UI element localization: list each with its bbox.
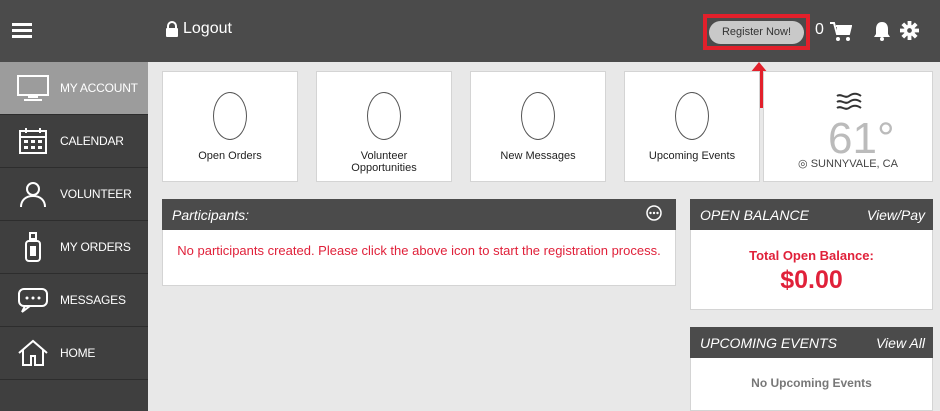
register-now-button[interactable]: Register Now!	[709, 21, 804, 44]
view-pay-link[interactable]: View/Pay	[867, 207, 925, 223]
stat-label: Upcoming Events	[648, 150, 736, 162]
location-label: SUNNYVALE, CA	[810, 158, 898, 170]
sidebar-item-label: VOLUNTEER	[60, 187, 132, 201]
sidebar-item-label: MY ACCOUNT	[60, 81, 138, 95]
stat-card-new-messages[interactable]: New Messages	[470, 71, 606, 182]
stat-card-open-orders[interactable]: Open Orders	[162, 71, 298, 182]
view-all-link[interactable]: View All	[876, 335, 925, 351]
sidebar-item-label: MY ORDERS	[60, 240, 131, 254]
stat-card-upcoming-events[interactable]: Upcoming Events	[624, 71, 760, 182]
stat-value-ring	[675, 92, 709, 140]
bottle-icon	[16, 232, 50, 262]
gear-icon[interactable]	[900, 21, 919, 40]
participants-panel: Participants: No participants created. P…	[162, 199, 676, 286]
upcoming-events-panel: UPCOMING EVENTS View All No Upcoming Eve…	[690, 327, 933, 411]
more-options-icon[interactable]	[646, 205, 662, 221]
hamburger-menu-icon[interactable]	[12, 23, 32, 39]
stat-label: Open Orders	[198, 150, 262, 162]
upcoming-events-title: UPCOMING EVENTS	[700, 335, 837, 351]
lock-icon	[166, 21, 178, 37]
stat-label: Volunteer Opportunities	[351, 150, 417, 174]
sidebar: MY ACCOUNT CALENDAR VOLUNTEER MY ORDERS …	[0, 62, 148, 411]
sidebar-item-home[interactable]: HOME	[0, 327, 148, 380]
bell-icon[interactable]	[873, 21, 891, 41]
monitor-icon	[16, 73, 50, 103]
open-balance-panel: OPEN BALANCE View/Pay Total Open Balance…	[690, 199, 933, 310]
shopping-cart-icon[interactable]	[830, 22, 852, 42]
stat-card-volunteer-opportunities[interactable]: Volunteer Opportunities	[316, 71, 452, 182]
sidebar-item-messages[interactable]: MESSAGES	[0, 274, 148, 327]
person-icon	[16, 179, 50, 209]
sidebar-item-label: CALENDAR	[60, 134, 124, 148]
location-pin-icon: ◎	[798, 158, 808, 170]
chat-icon	[16, 285, 50, 315]
participants-title: Participants:	[172, 207, 250, 223]
open-balance-header: OPEN BALANCE View/Pay	[690, 199, 933, 230]
calendar-icon	[16, 126, 50, 156]
sidebar-item-volunteer[interactable]: VOLUNTEER	[0, 168, 148, 221]
open-balance-title: OPEN BALANCE	[700, 207, 809, 223]
weather-widget: 61° ◎ SUNNYVALE, CA	[763, 71, 933, 182]
sidebar-item-my-orders[interactable]: MY ORDERS	[0, 221, 148, 274]
total-open-balance-label: Total Open Balance:	[749, 248, 874, 263]
top-bar: Logout Register Now! 0	[0, 0, 940, 62]
participants-header: Participants:	[162, 199, 676, 230]
no-participants-message: No participants created. Please click th…	[177, 243, 661, 258]
stat-value-ring	[367, 92, 401, 140]
home-icon	[16, 338, 50, 368]
sidebar-item-label: MESSAGES	[60, 293, 126, 307]
wind-icon	[836, 92, 862, 110]
no-upcoming-events-message: No Upcoming Events	[751, 376, 872, 390]
stat-label: New Messages	[500, 150, 576, 162]
sidebar-item-label: HOME	[60, 346, 96, 360]
sidebar-item-my-account[interactable]: MY ACCOUNT	[0, 62, 148, 115]
cart-count: 0	[815, 21, 824, 38]
stat-value-ring	[213, 92, 247, 140]
sidebar-item-calendar[interactable]: CALENDAR	[0, 115, 148, 168]
logout-link[interactable]: Logout	[165, 20, 232, 38]
total-open-balance-value: $0.00	[780, 266, 843, 294]
weather-location: ◎ SUNNYVALE, CA	[764, 157, 932, 170]
logout-label: Logout	[183, 20, 232, 37]
upcoming-events-header: UPCOMING EVENTS View All	[690, 327, 933, 358]
stat-value-ring	[521, 92, 555, 140]
